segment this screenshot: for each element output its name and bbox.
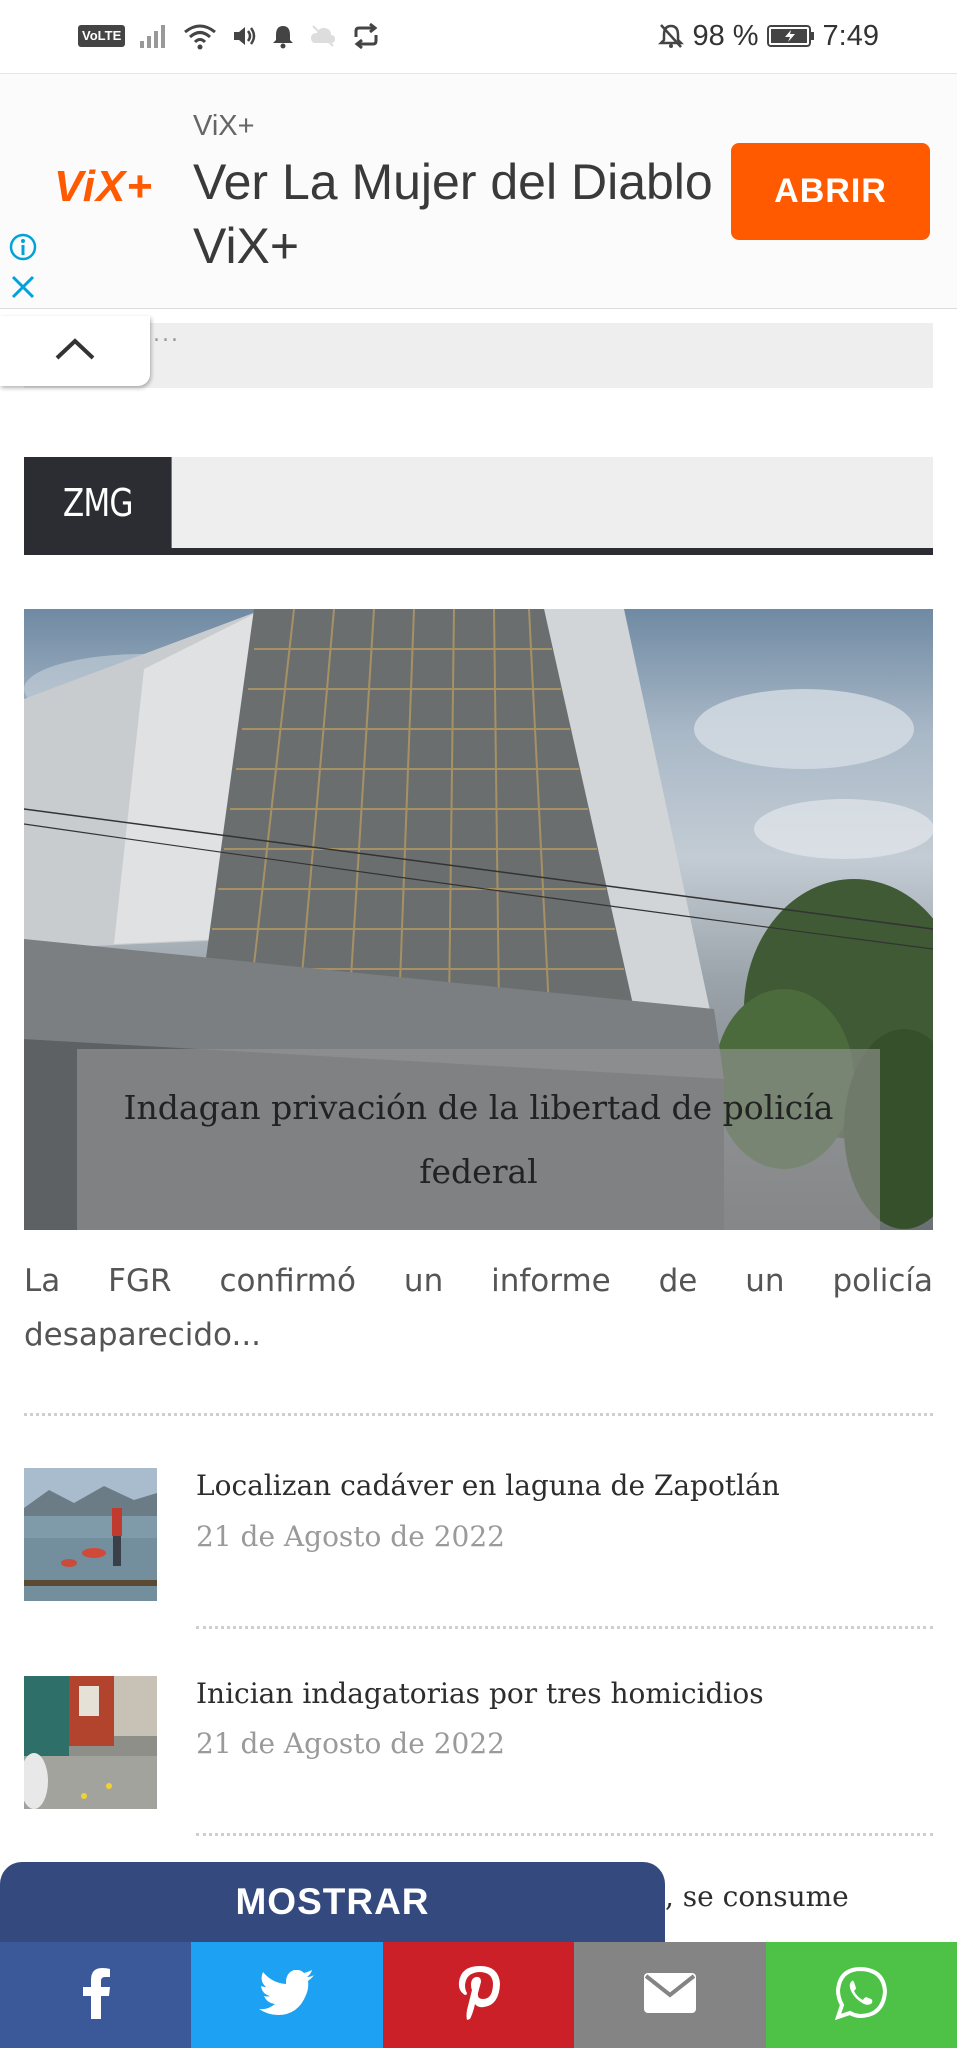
share-whatsapp-button[interactable]	[765, 1942, 957, 2048]
article-title[interactable]: Localizan cadáver en laguna de Zapotlán	[196, 1466, 936, 1506]
hero-excerpt: La FGR confirmó un informe de un policía desapa…	[24, 1254, 933, 1362]
facebook-icon	[79, 1967, 113, 2023]
excerpt-word: un	[403, 1263, 444, 1299]
battery-icon	[766, 24, 815, 48]
excerpt-word: policía	[832, 1263, 933, 1299]
partial-article-title[interactable]: , se consume	[665, 1880, 849, 1913]
hero-caption[interactable]: Indagan privación de la libertad de poli…	[77, 1049, 880, 1230]
share-bar	[0, 1942, 957, 2048]
excerpt-line-1: La FGR confirmó un informe de un policía	[24, 1254, 933, 1308]
bell-icon	[271, 23, 295, 49]
ad-brand: ViX+	[193, 110, 255, 142]
section-header: ZMG	[24, 457, 933, 555]
bell-off-icon	[658, 22, 685, 50]
excerpt-word: de	[658, 1263, 698, 1299]
divider	[24, 1413, 933, 1416]
article-thumbnail[interactable]	[24, 1676, 157, 1809]
hero-title[interactable]: Indagan privación de la libertad de poli…	[107, 1076, 850, 1204]
ad-title[interactable]: Ver La Mujer del Diablo ViX+	[193, 150, 713, 278]
share-pinterest-button[interactable]	[382, 1942, 575, 2048]
share-facebook-button[interactable]	[0, 1942, 192, 2048]
share-email-button[interactable]	[574, 1942, 766, 2048]
volume-icon	[231, 23, 257, 49]
section-label[interactable]: ZMG	[24, 457, 172, 548]
ad-open-button[interactable]: ABRIR	[731, 143, 930, 240]
sync-icon	[351, 22, 381, 50]
more-dots: ...	[153, 322, 180, 347]
twitter-icon	[259, 1969, 315, 2020]
article-thumbnail[interactable]	[24, 1468, 157, 1601]
collapse-toggle[interactable]	[0, 316, 150, 386]
pinterest-icon	[457, 1966, 501, 2024]
ad-close-icon[interactable]	[8, 272, 38, 306]
lagoon-photo	[24, 1468, 157, 1601]
chevron-up-icon	[53, 336, 97, 366]
article-title[interactable]: Inician indagatorias por tres homicidios	[196, 1674, 936, 1714]
clock: 7:49	[822, 19, 879, 52]
wifi-icon	[183, 22, 217, 50]
hero-image[interactable]: Indagan privación de la libertad de poli…	[24, 609, 933, 1230]
cloud-off-icon	[309, 23, 337, 49]
excerpt-word: un	[745, 1263, 785, 1299]
ad-logo[interactable]: ViX+	[54, 162, 153, 212]
mail-icon	[643, 1973, 696, 2017]
ad-info-icon[interactable]	[8, 232, 38, 266]
show-button[interactable]: MOSTRAR	[0, 1862, 665, 1942]
excerpt-word: La	[24, 1263, 61, 1299]
battery-percent: 98 %	[692, 19, 759, 52]
excerpt-line-2: desaparecido...	[24, 1317, 262, 1353]
divider	[196, 1626, 933, 1629]
excerpt-word: confirmó	[219, 1263, 357, 1299]
article-date: 21 de Agosto de 2022	[196, 1520, 505, 1553]
divider	[196, 1833, 933, 1836]
article-date: 21 de Agosto de 2022	[196, 1727, 505, 1760]
excerpt-word: FGR	[108, 1263, 172, 1299]
street-photo	[24, 1676, 157, 1809]
excerpt-word: informe	[491, 1263, 611, 1299]
volte-icon: VoLTE	[78, 25, 126, 47]
share-twitter-button[interactable]	[191, 1942, 383, 2048]
status-bar: VoLTE 98 % 7:49	[0, 0, 957, 72]
whatsapp-icon	[834, 1966, 888, 2024]
signal-icon	[139, 23, 169, 49]
